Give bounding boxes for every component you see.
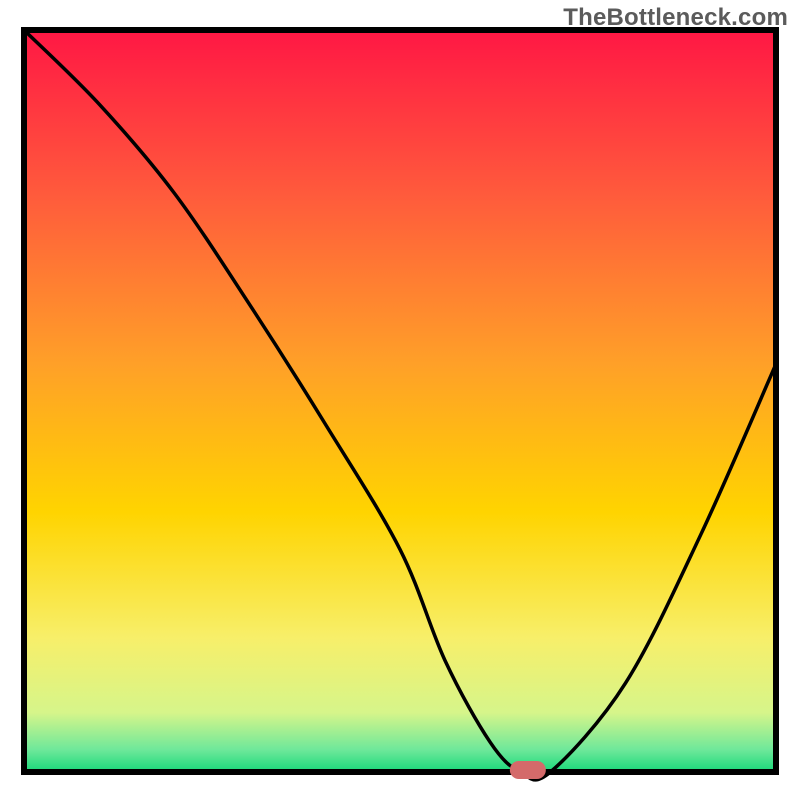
bottleneck-chart — [0, 0, 800, 800]
optimal-marker — [510, 761, 546, 779]
chart-container: TheBottleneck.com — [0, 0, 800, 800]
plot-area — [24, 30, 776, 772]
